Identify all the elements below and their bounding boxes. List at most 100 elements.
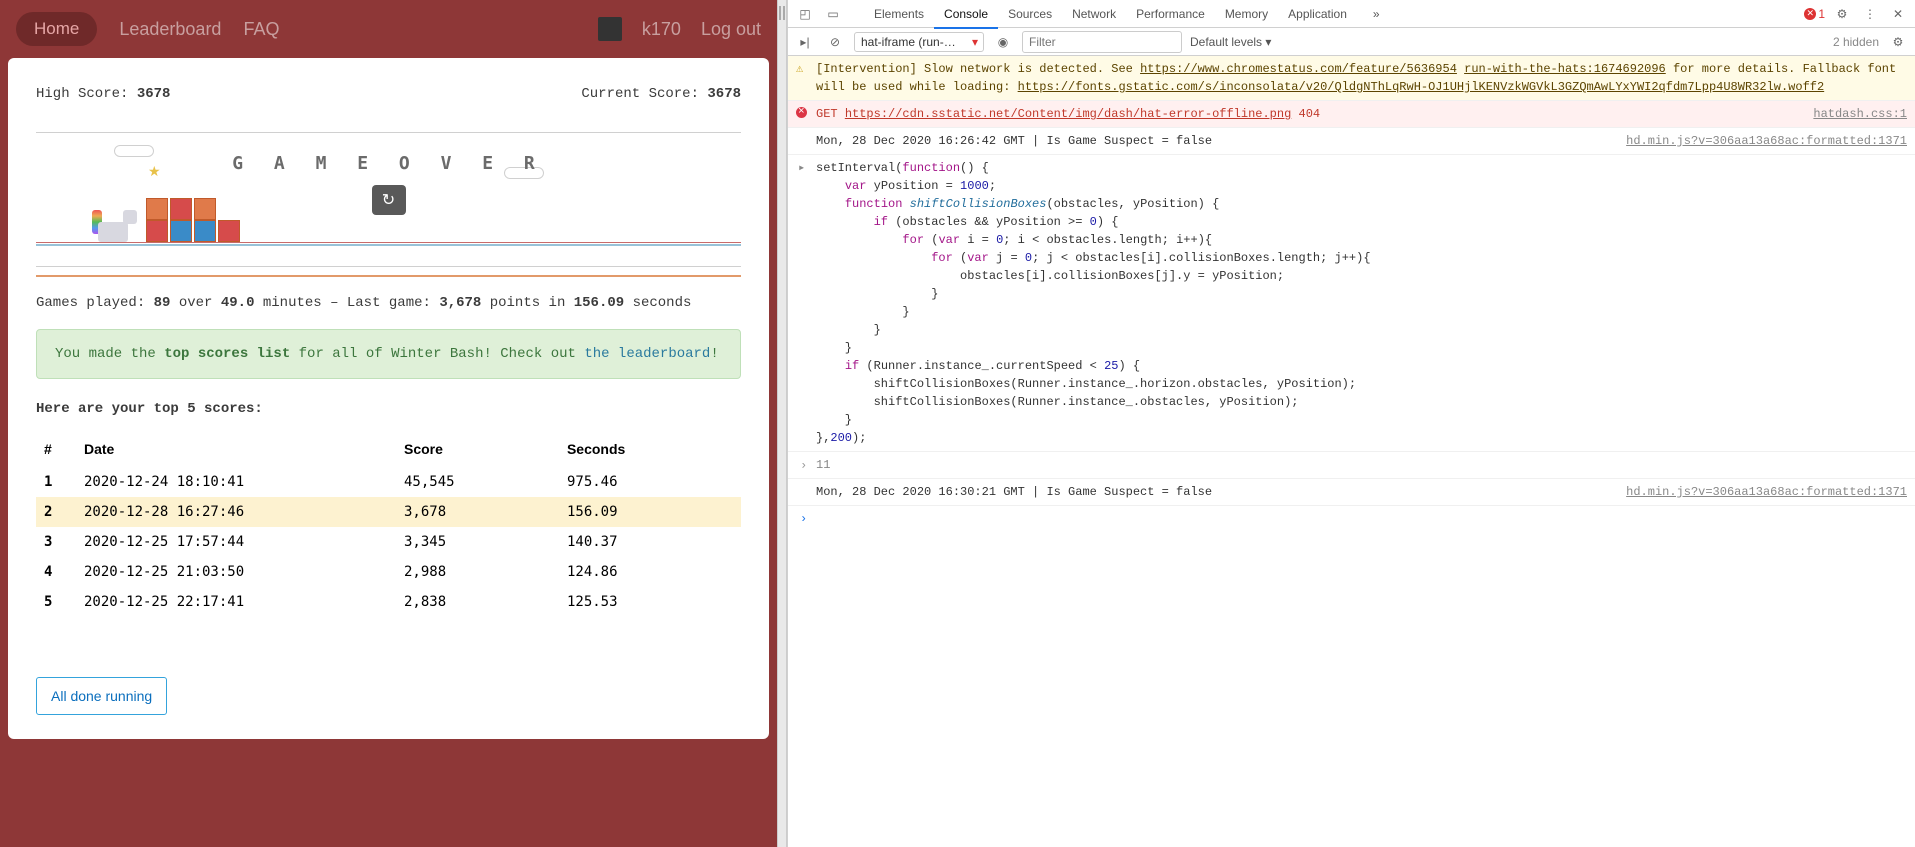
cell-seconds: 156.09 bbox=[559, 497, 741, 527]
replay-button[interactable]: ↻ bbox=[372, 185, 406, 215]
th-date: Date bbox=[76, 431, 396, 467]
tab-console[interactable]: Console bbox=[934, 1, 998, 29]
tab-application[interactable]: Application bbox=[1278, 1, 1357, 27]
th-score: Score bbox=[396, 431, 559, 467]
divider bbox=[36, 275, 741, 277]
all-done-button[interactable]: All done running bbox=[36, 677, 167, 715]
tab-elements[interactable]: Elements bbox=[864, 1, 934, 27]
table-row: 12020-12-24 18:10:4145,545975.46 bbox=[36, 467, 741, 497]
alert-p1: You made the bbox=[55, 346, 164, 362]
source-link[interactable]: hd.min.js?v=306aa13a68ac:formatted:1371 bbox=[1626, 132, 1907, 150]
stats-games: 89 bbox=[154, 295, 171, 311]
stats-secsuf: seconds bbox=[624, 295, 691, 311]
nav-right: k170 Log out bbox=[598, 17, 761, 41]
current-score-label: Current Score: bbox=[581, 86, 707, 102]
nav-home[interactable]: Home bbox=[16, 12, 97, 46]
app-page: Home Leaderboard FAQ k170 Log out High S… bbox=[0, 0, 777, 847]
table-row: 52020-12-25 22:17:412,838125.53 bbox=[36, 587, 741, 617]
cell-seconds: 125.53 bbox=[559, 587, 741, 617]
cell-n: 5 bbox=[36, 587, 76, 617]
console-body[interactable]: [Intervention] Slow network is detected.… bbox=[788, 56, 1915, 847]
current-score: Current Score: 3678 bbox=[581, 86, 741, 102]
replay-icon: ↻ bbox=[382, 190, 395, 210]
cell-date: 2020-12-24 18:10:41 bbox=[76, 467, 396, 497]
code-block: setInterval(function() { var yPosition =… bbox=[816, 159, 1907, 447]
source-link[interactable]: hd.min.js?v=306aa13a68ac:formatted:1371 bbox=[1626, 483, 1907, 501]
tab-sources[interactable]: Sources bbox=[998, 1, 1062, 27]
scores-row: High Score: 3678 Current Score: 3678 bbox=[36, 86, 741, 102]
console-message: Mon, 28 Dec 2020 16:30:21 GMT | Is Game … bbox=[788, 479, 1915, 506]
logout-link[interactable]: Log out bbox=[701, 19, 761, 40]
leaderboard-link[interactable]: the leaderboard bbox=[584, 346, 710, 362]
error-badge[interactable]: ✕1 bbox=[1804, 7, 1825, 21]
table-row: 32020-12-25 17:57:443,345140.37 bbox=[36, 527, 741, 557]
more-tabs-icon[interactable]: » bbox=[1363, 1, 1390, 27]
nav-left: Home Leaderboard FAQ bbox=[16, 12, 279, 46]
cloud-icon bbox=[114, 145, 154, 157]
high-score: High Score: 3678 bbox=[36, 86, 170, 102]
alert-bold: top scores list bbox=[164, 346, 290, 362]
alert-p3: ! bbox=[710, 346, 718, 362]
console-toolbar: ▸| ⊘ hat-iframe (run-wit… ◉ Default leve… bbox=[788, 28, 1915, 56]
source-link[interactable]: hatdash.css:1 bbox=[1813, 105, 1907, 123]
cell-date: 2020-12-25 22:17:41 bbox=[76, 587, 396, 617]
sidebar-toggle-icon[interactable]: ▸| bbox=[794, 31, 816, 53]
device-icon[interactable]: ▭ bbox=[822, 3, 844, 25]
th-n: # bbox=[36, 431, 76, 467]
username[interactable]: k170 bbox=[642, 19, 681, 40]
settings-icon[interactable]: ⚙ bbox=[1831, 3, 1853, 25]
levels-select[interactable]: Default levels ▾ bbox=[1190, 35, 1271, 49]
nav-leaderboard[interactable]: Leaderboard bbox=[119, 19, 221, 40]
devtools-panel: ◰ ▭ ElementsConsoleSourcesNetworkPerform… bbox=[787, 0, 1915, 847]
th-seconds: Seconds bbox=[559, 431, 741, 467]
filter-input[interactable] bbox=[1022, 31, 1182, 53]
high-score-value: 3678 bbox=[137, 86, 171, 102]
scores-table: # Date Score Seconds 12020-12-24 18:10:4… bbox=[36, 431, 741, 617]
kebab-icon[interactable]: ⋮ bbox=[1859, 3, 1881, 25]
avatar[interactable] bbox=[598, 17, 622, 41]
stats-pin: points in bbox=[481, 295, 573, 311]
splitter-handle[interactable] bbox=[777, 0, 787, 847]
cell-n: 2 bbox=[36, 497, 76, 527]
cell-date: 2020-12-28 16:27:46 bbox=[76, 497, 396, 527]
stats-prefix: Games played: bbox=[36, 295, 154, 311]
cell-score: 2,838 bbox=[396, 587, 559, 617]
cell-seconds: 140.37 bbox=[559, 527, 741, 557]
game-card: High Score: 3678 Current Score: 3678 ★ G… bbox=[8, 58, 769, 739]
console-prompt[interactable] bbox=[788, 506, 1915, 532]
stats-points: 3,678 bbox=[439, 295, 481, 311]
top-nav: Home Leaderboard FAQ k170 Log out bbox=[8, 6, 769, 58]
current-score-value: 3678 bbox=[707, 86, 741, 102]
cell-seconds: 975.46 bbox=[559, 467, 741, 497]
clear-console-icon[interactable]: ⊘ bbox=[824, 31, 846, 53]
close-icon[interactable]: ✕ bbox=[1887, 3, 1909, 25]
inspect-icon[interactable]: ◰ bbox=[794, 3, 816, 25]
stats-minutes: 49.0 bbox=[221, 295, 255, 311]
nav-faq[interactable]: FAQ bbox=[243, 19, 279, 40]
cell-n: 1 bbox=[36, 467, 76, 497]
tab-memory[interactable]: Memory bbox=[1215, 1, 1278, 27]
hidden-count[interactable]: 2 hidden bbox=[1833, 35, 1879, 49]
cell-score: 45,545 bbox=[396, 467, 559, 497]
tab-performance[interactable]: Performance bbox=[1126, 1, 1215, 27]
console-message: Mon, 28 Dec 2020 16:26:42 GMT | Is Game … bbox=[788, 128, 1915, 155]
stats-seconds: 156.09 bbox=[574, 295, 624, 311]
console-message: ▸setInterval(function() { var yPosition … bbox=[788, 155, 1915, 452]
stats-over: over bbox=[170, 295, 220, 311]
gameover-text: G A M E O V E R bbox=[232, 153, 545, 174]
stats-line: Games played: 89 over 49.0 minutes – Las… bbox=[36, 295, 741, 311]
cell-n: 3 bbox=[36, 527, 76, 557]
tab-network[interactable]: Network bbox=[1062, 1, 1126, 27]
cell-n: 4 bbox=[36, 557, 76, 587]
console-settings-icon[interactable]: ⚙ bbox=[1887, 31, 1909, 53]
context-select[interactable]: hat-iframe (run-wit… bbox=[854, 32, 984, 52]
game-canvas[interactable]: ★ G A M E O V E R ↻ bbox=[36, 132, 741, 267]
eye-icon[interactable]: ◉ bbox=[992, 31, 1014, 53]
cell-seconds: 124.86 bbox=[559, 557, 741, 587]
table-header-row: # Date Score Seconds bbox=[36, 431, 741, 467]
table-row: 42020-12-25 21:03:502,988124.86 bbox=[36, 557, 741, 587]
console-message: [Intervention] Slow network is detected.… bbox=[788, 56, 1915, 101]
cell-score: 2,988 bbox=[396, 557, 559, 587]
cell-date: 2020-12-25 21:03:50 bbox=[76, 557, 396, 587]
high-score-label: High Score: bbox=[36, 86, 137, 102]
